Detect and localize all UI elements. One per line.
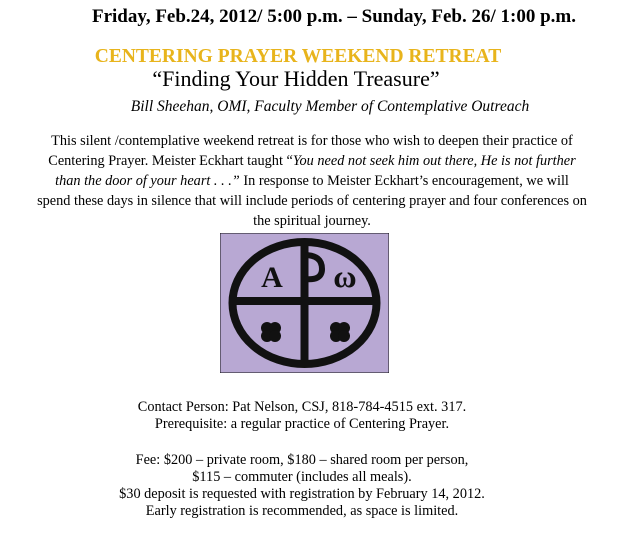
retreat-title: CENTERING PRAYER WEEKEND RETREAT [94,46,502,67]
event-dates: Friday, Feb.24, 2012/ 5:00 p.m. – Sunday… [91,6,577,27]
description-line: Centering Prayer. Meister Eckhart taught… [0,151,624,171]
description-line: than the door of your heart . . .” In re… [0,171,624,191]
early-registration-note: Early registration is recommended, as sp… [145,503,459,519]
contact-person: Contact Person: Pat Nelson, CSJ, 818-784… [137,399,467,415]
retreat-subtitle: “Finding Your Hidden Treasure” [152,66,440,91]
description-line: the spiritual journey. [253,213,371,229]
eckhart-quote: than the door of your heart . . .” [55,173,240,189]
description-line: This silent /contemplative weekend retre… [51,133,573,149]
clover-right-icon [330,322,350,342]
prerequisite: Prerequisite: a regular practice of Cent… [154,416,450,432]
presenter: Bill Sheehan, OMI, Faculty Member of Con… [130,98,530,115]
fee-line: Fee: $200 – private room, $180 – shared … [135,452,469,468]
omega-letter: ω [333,258,356,294]
clover-left-icon [261,322,281,342]
description-text: In response to Meister Eckhart’s encoura… [239,173,569,189]
description-text: Centering Prayer. Meister Eckhart taught… [48,153,293,169]
alpha-letter: A [261,261,283,294]
chi-rho-cross-emblem: A ω [220,233,389,373]
fee-line: $115 – commuter (includes all meals). [192,469,412,485]
description-line: spend these days in silence that will in… [37,193,587,209]
deposit-info: $30 deposit is requested with registrati… [119,486,485,502]
eckhart-quote: You need not seek him out there, He is n… [292,153,576,169]
